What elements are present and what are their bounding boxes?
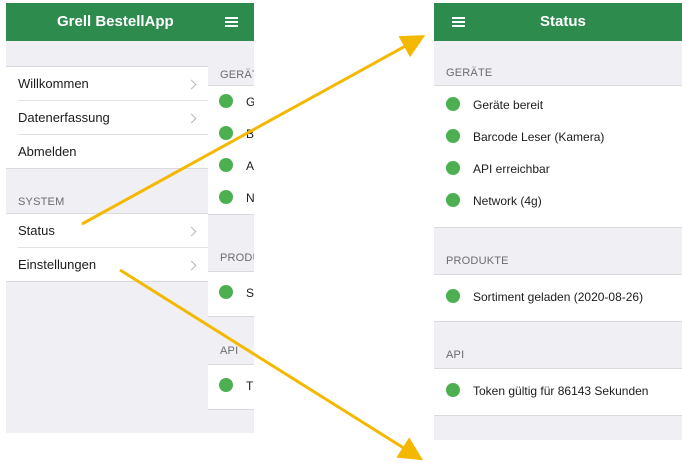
arrow-einstellungen	[119, 268, 424, 461]
arrow-status	[81, 35, 426, 226]
annotation-arrows	[81, 35, 426, 461]
